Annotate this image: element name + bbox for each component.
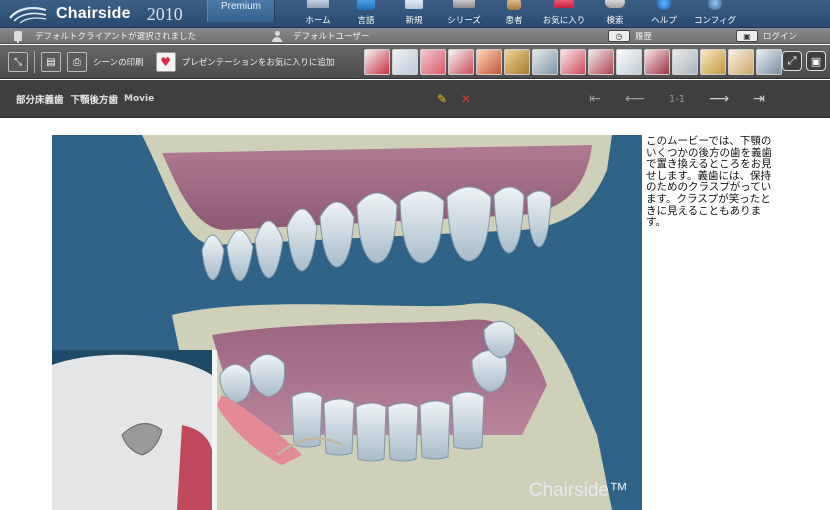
history-button[interactable]: ◷ 履歴 xyxy=(608,28,652,44)
cleaning-thumbnail-icon[interactable] xyxy=(700,49,726,75)
scene-thumbnails xyxy=(364,49,782,75)
nav-home[interactable]: ホーム xyxy=(294,0,342,28)
print-scene-label[interactable]: シーンの印刷 xyxy=(93,56,144,68)
nav-new[interactable]: 新規 xyxy=(390,0,438,28)
delete-x-icon[interactable]: ✕ xyxy=(459,92,473,106)
login-button[interactable]: ▣ ログイン xyxy=(736,28,797,44)
app-header: Chairside 2010 Premium ホーム 言語 新規 シリーズ 患者… xyxy=(0,0,830,28)
collapse-icon[interactable]: ⤡ xyxy=(8,52,28,72)
clock-icon: ◷ xyxy=(608,30,630,42)
user-status-text: デフォルトユーザー xyxy=(293,32,370,42)
lock-icon: ▣ xyxy=(736,30,758,42)
tools-thumbnail-icon[interactable] xyxy=(364,49,390,75)
top-navigation: ホーム 言語 新規 シリーズ 患者 お気に入り 検索 ヘルプ コンフィグ xyxy=(294,0,742,28)
gear-icon xyxy=(708,0,722,10)
edition-label: Premium xyxy=(220,1,261,12)
app-year: 2010 xyxy=(146,3,183,24)
last-page-icon[interactable]: ⇥ xyxy=(747,91,771,107)
extraction-thumbnail-icon[interactable] xyxy=(644,49,670,75)
status-bar: デフォルトクライアントが選択されました デフォルトユーザー ◷ 履歴 ▣ ログイ… xyxy=(0,28,830,44)
nav-patient[interactable]: 患者 xyxy=(490,0,538,28)
nav-series[interactable]: シリーズ xyxy=(438,0,490,28)
add-favorite-label[interactable]: プレゼンテーションをお気に入りに追加 xyxy=(182,56,335,68)
fullscreen-icon[interactable]: ⤢ xyxy=(782,51,802,71)
globe-icon xyxy=(357,0,375,10)
presentation-title: 部分床義歯 下顎後方歯 Movie xyxy=(16,80,154,118)
presentation-content: Chairside™ このムービーでは、下顎のいくつかの後方の歯を義歯で置き換え… xyxy=(0,119,830,510)
app-name: Chairside xyxy=(56,5,131,22)
edition-badge: Premium xyxy=(207,0,275,22)
nav-language-label: 言語 xyxy=(357,16,375,26)
printer-icon[interactable]: ⎙ xyxy=(67,52,87,72)
smile-thumbnail-icon[interactable] xyxy=(476,49,502,75)
patient-icon xyxy=(507,0,521,10)
present-icon[interactable]: ▣ xyxy=(806,51,826,71)
dentition-illustration xyxy=(52,135,642,510)
movie-viewer[interactable]: Chairside™ xyxy=(52,135,642,510)
nav-home-label: ホーム xyxy=(305,16,331,26)
xray-thumbnail-icon[interactable] xyxy=(756,49,782,75)
presentation-titlebar: 部分床義歯 下顎後方歯 Movie ✎ ✕ ⇤ ⟵ 1-1 ⟶ ⇥ xyxy=(0,80,830,118)
login-label: ログイン xyxy=(763,32,798,42)
page-indicator: 1-1 xyxy=(668,93,686,105)
dentures-thumbnail-icon[interactable] xyxy=(672,49,698,75)
nav-help[interactable]: ヘルプ xyxy=(640,0,688,28)
favorites-icon xyxy=(554,0,574,8)
toolbar-left-group: ⤡ ▤ ⎙ シーンの印刷 ♥ プレゼンテーションをお気に入りに追加 xyxy=(8,45,334,79)
scene-pager: ⇤ ⟵ 1-1 ⟶ ⇥ xyxy=(583,80,771,118)
app-logo: Chairside 2010 xyxy=(6,0,183,28)
nav-config-label: コンフィグ xyxy=(693,16,737,26)
title-subtopic: 下顎後方歯 xyxy=(70,95,119,106)
nav-patient-label: 患者 xyxy=(505,16,523,26)
nav-favorites[interactable]: お気に入り xyxy=(538,0,590,28)
media-type-label: Movie xyxy=(124,94,155,104)
bite-thumbnail-icon[interactable] xyxy=(448,49,474,75)
nav-new-label: 新規 xyxy=(405,16,423,26)
pin-icon xyxy=(14,31,22,43)
nav-config[interactable]: コンフィグ xyxy=(688,0,742,28)
implant-thumbnail-icon[interactable] xyxy=(504,49,530,75)
toolbar-divider xyxy=(34,51,35,73)
client-status-text: デフォルトクライアントが選択されました xyxy=(35,32,197,42)
nav-language[interactable]: 言語 xyxy=(342,0,390,28)
next-page-icon[interactable]: ⟶ xyxy=(707,91,731,107)
chairside-watermark: Chairside™ xyxy=(528,480,628,501)
history-label: 履歴 xyxy=(635,32,653,42)
document-icon[interactable]: ▤ xyxy=(41,52,61,72)
user-icon xyxy=(272,30,282,42)
chairside-logo-icon xyxy=(6,4,50,24)
edit-pencil-icon[interactable]: ✎ xyxy=(435,92,449,106)
home-icon xyxy=(307,0,329,8)
gums-thumbnail-icon[interactable] xyxy=(420,49,446,75)
nav-help-label: ヘルプ xyxy=(651,16,677,26)
film-icon xyxy=(453,0,475,8)
scene-toolbar: ⤡ ▤ ⎙ シーンの印刷 ♥ プレゼンテーションをお気に入りに追加 ⤢ ▣ xyxy=(0,45,830,79)
toolbar-right-group: ⤢ ▣ xyxy=(782,51,826,71)
user-status[interactable]: デフォルトユーザー xyxy=(272,28,369,44)
nav-favorites-label: お気に入り xyxy=(542,16,586,26)
new-document-icon xyxy=(405,0,423,9)
previous-page-icon[interactable]: ⟵ xyxy=(623,91,647,107)
first-page-icon[interactable]: ⇤ xyxy=(583,91,607,107)
nav-search[interactable]: 検索 xyxy=(590,0,640,28)
crowns-thumbnail-icon[interactable] xyxy=(392,49,418,75)
ortho-thumbnail-icon[interactable] xyxy=(532,49,558,75)
nav-search-label: 検索 xyxy=(606,16,624,26)
veneers-thumbnail-icon[interactable] xyxy=(560,49,586,75)
heart-icon[interactable]: ♥ xyxy=(155,52,176,72)
denture-upper-thumbnail-icon[interactable] xyxy=(728,49,754,75)
client-status[interactable]: デフォルトクライアントが選択されました xyxy=(14,28,196,44)
title-topic: 部分床義歯 xyxy=(16,95,64,106)
scene-description: このムービーでは、下顎のいくつかの後方の歯を義歯で置き換えるところをお見せします… xyxy=(646,135,772,229)
search-icon xyxy=(605,0,625,8)
bridge-thumbnail-icon[interactable] xyxy=(588,49,614,75)
help-icon xyxy=(657,0,671,10)
whitening-thumbnail-icon[interactable] xyxy=(616,49,642,75)
nav-series-label: シリーズ xyxy=(447,16,481,26)
